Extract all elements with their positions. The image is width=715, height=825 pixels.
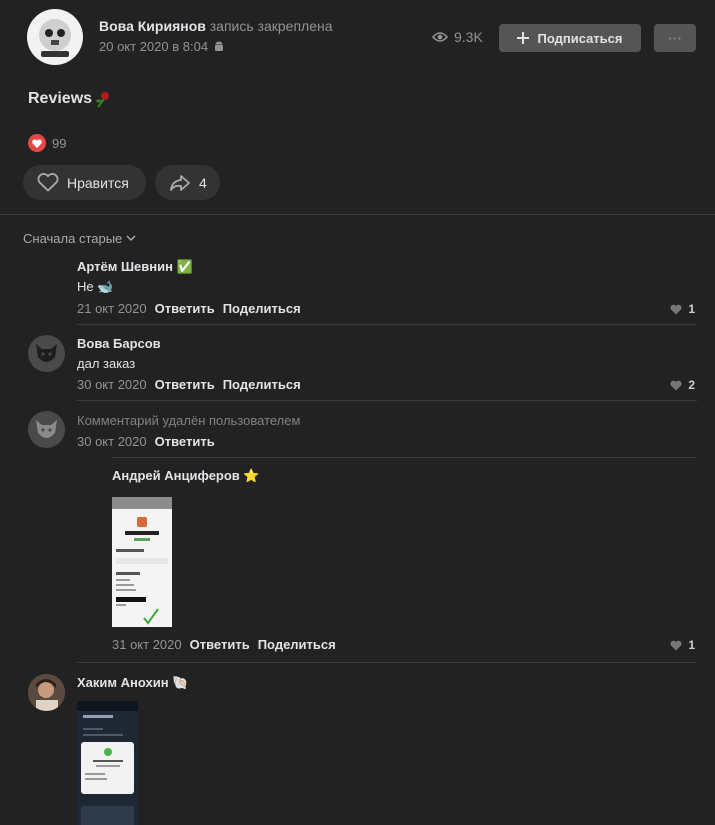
sort-label: Сначала старые [23,231,123,246]
reactions-count[interactable]: 99 [52,136,66,151]
reply-button[interactable]: Ответить [155,434,215,449]
comment-text: Не 🐋 [77,279,114,294]
android-icon [214,41,224,53]
share-count: 4 [199,174,207,191]
comment-author-name[interactable]: Артём Шевнин ✅ [77,259,193,275]
comment-like-count: 1 [688,302,695,316]
comment-attachment-image[interactable] [112,497,172,627]
heart-icon [670,380,682,391]
chevron-down-icon [126,235,136,242]
deleted-user-avatar [28,411,65,448]
comment-author-name[interactable]: Вова Барсов [77,336,161,351]
comment-date[interactable]: 30 окт 2020 [77,434,147,449]
post-author-name[interactable]: Вова Кириянов [99,18,206,34]
views-count: 9.3K [454,29,483,45]
comment-like-count: 1 [688,638,695,652]
share-comment-button[interactable]: Поделиться [223,377,301,392]
heart-icon [670,304,682,315]
comment-divider [112,457,697,458]
comment-date[interactable]: 21 окт 2020 [77,301,147,316]
rose-icon [94,90,110,108]
comment-divider [77,400,697,401]
share-comment-button[interactable]: Поделиться [258,637,336,652]
subscribe-button[interactable]: Подписаться [499,24,641,52]
reply-button[interactable]: Ответить [155,301,215,316]
comment-avatar[interactable] [28,674,65,711]
reply-button[interactable]: Ответить [155,377,215,392]
like-button[interactable]: Нравится [23,165,146,200]
comment-like-button[interactable]: 1 [670,638,695,652]
comment-date[interactable]: 30 окт 2020 [77,377,147,392]
comment-author-name[interactable]: Хаким Анохин 🐚 [77,675,188,691]
deleted-comment-note: Комментарий удалён пользователем [77,413,301,428]
share-button[interactable]: 4 [155,165,220,200]
heart-icon [670,640,682,651]
share-icon [169,174,191,192]
post-text: Reviews [28,90,93,107]
post-divider [0,214,715,215]
heart-reaction-icon[interactable] [28,134,46,152]
post-author-avatar[interactable] [27,9,83,65]
comment-divider [77,324,697,325]
comment-text: дал заказ [77,356,136,371]
heart-outline-icon [37,173,59,192]
plus-icon [517,32,530,44]
share-comment-button[interactable]: Поделиться [223,301,301,316]
post-date[interactable]: 20 окт 2020 в 8:04 [99,39,208,54]
pinned-note: запись закреплена [209,18,333,34]
comment-avatar[interactable] [28,335,65,372]
comment-like-count: 2 [688,378,695,392]
comment-like-button[interactable]: 2 [670,378,695,392]
subscribe-label: Подписаться [537,30,623,46]
comment-divider [77,662,697,663]
comment-date[interactable]: 31 окт 2020 [112,637,182,652]
views-icon [432,31,448,43]
comment-author-name[interactable]: Андрей Анциферов ⭐ [112,468,260,484]
more-button[interactable]: ··· [654,24,696,52]
more-icon: ··· [668,30,682,46]
comment-like-button[interactable]: 1 [670,302,695,316]
like-label: Нравится [67,174,129,191]
reply-button[interactable]: Ответить [190,637,250,652]
comment-attachment-image[interactable] [77,701,138,825]
comments-sort-dropdown[interactable]: Сначала старые [23,231,136,246]
